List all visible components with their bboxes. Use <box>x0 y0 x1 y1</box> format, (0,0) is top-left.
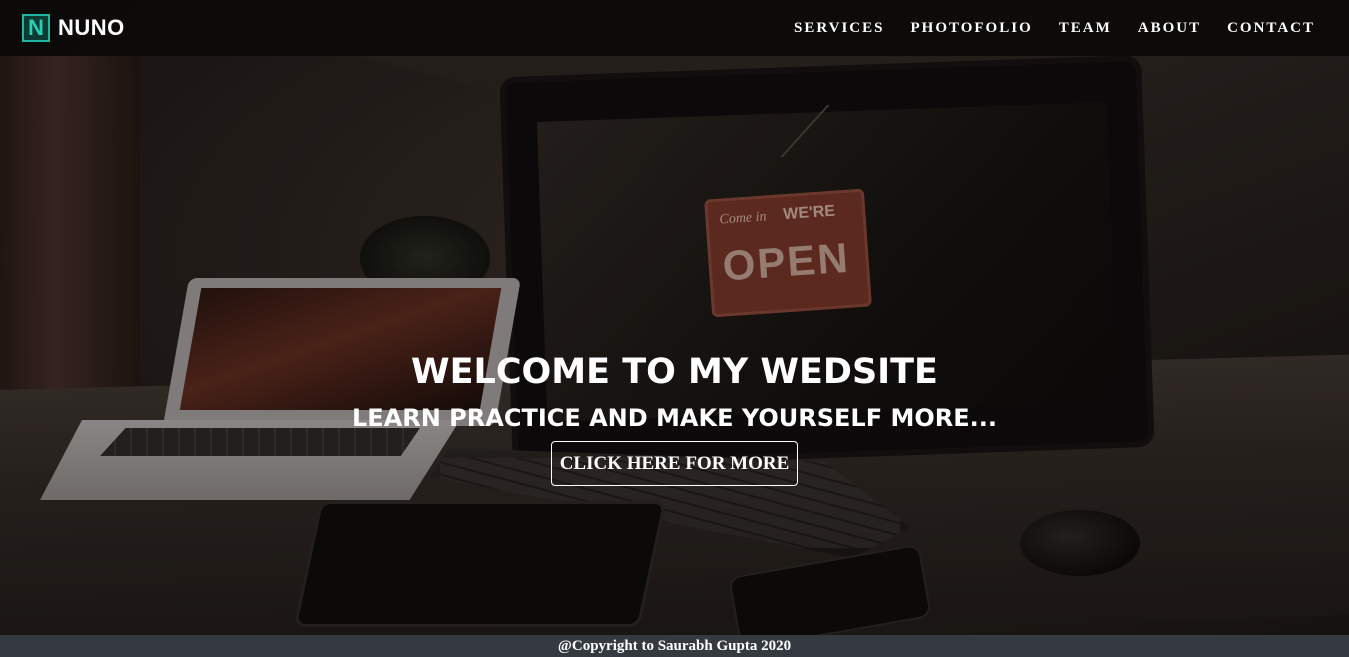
copyright-text: @Copyright to Saurabh Gupta 2020 <box>557 637 792 654</box>
nav-link-services[interactable]: SERVICES <box>781 20 898 37</box>
hero-background: Come in WE'RE OPEN <box>0 0 1349 635</box>
click-here-for-more-button[interactable]: CLICK HERE FOR MORE <box>551 441 798 486</box>
hero-overlay <box>0 0 1349 635</box>
brand-name: NUNO <box>58 15 125 40</box>
n-logo-icon: N <box>22 14 50 42</box>
nav-link-about[interactable]: ABOUT <box>1125 20 1214 37</box>
hero-subtitle: LEARN PRACTICE AND MAKE YOURSELF MORE... <box>352 404 997 432</box>
hero-title: WELCOME TO MY WEDSITE <box>411 352 938 392</box>
nav-link-team[interactable]: TEAM <box>1046 20 1125 37</box>
main-nav: SERVICES PHOTOFOLIO TEAM ABOUT CONTACT <box>781 20 1327 37</box>
logo-letter: N <box>28 15 44 40</box>
brand-link[interactable]: N NUNO <box>22 14 125 42</box>
navbar: N NUNO SERVICES PHOTOFOLIO TEAM ABOUT CO… <box>0 0 1349 56</box>
footer: @Copyright to Saurabh Gupta 2020 <box>0 635 1349 657</box>
nav-link-contact[interactable]: CONTACT <box>1214 20 1327 37</box>
nav-link-photofolio[interactable]: PHOTOFOLIO <box>898 20 1046 37</box>
